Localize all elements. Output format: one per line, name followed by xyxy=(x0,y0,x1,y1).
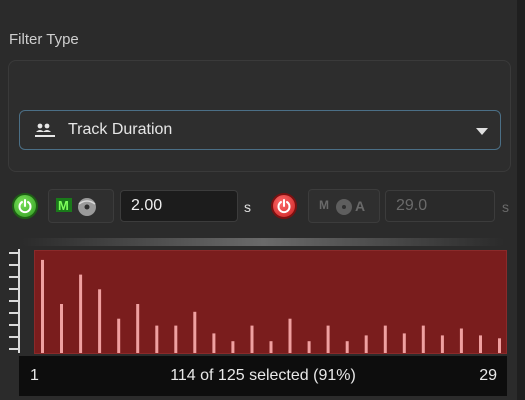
histogram-bar xyxy=(60,304,63,353)
svg-text:A: A xyxy=(355,198,365,214)
max-duration-input[interactable]: 29.0 xyxy=(385,190,495,222)
histogram-bar xyxy=(79,274,83,353)
svg-text:M: M xyxy=(58,198,69,213)
histogram-bar xyxy=(250,325,254,353)
filter-type-dropdown[interactable]: Track Duration xyxy=(19,110,501,150)
chevron-down-icon xyxy=(476,128,488,135)
svg-text:M: M xyxy=(319,198,329,212)
histogram-bar xyxy=(440,335,444,353)
histogram-footer: 1 114 of 125 selected (91%) 29 xyxy=(19,356,507,396)
range-divider xyxy=(22,238,504,246)
histogram-bar xyxy=(307,341,311,353)
histogram-bar xyxy=(459,328,463,353)
dropdown-selected-value: Track Duration xyxy=(68,121,173,138)
range-controls-row: M 2.00 s M A 29.0 s xyxy=(0,186,525,226)
histogram-bar xyxy=(402,333,406,353)
histogram-bar xyxy=(479,335,482,353)
histogram-bar xyxy=(269,341,273,353)
filter-type-label: Filter Type xyxy=(9,31,79,48)
min-duration-input[interactable]: 2.00 xyxy=(120,190,238,222)
histogram-bar xyxy=(41,259,44,353)
histogram-bar xyxy=(136,304,140,353)
max-unit-label: s xyxy=(502,199,509,215)
histogram-bar xyxy=(231,341,235,353)
min-unit-label: s xyxy=(244,199,251,215)
vertical-scale xyxy=(9,249,20,353)
histogram-bar xyxy=(155,325,159,353)
histogram-bar xyxy=(498,338,501,353)
histogram-bar xyxy=(117,318,121,353)
histogram-bar xyxy=(364,335,368,353)
histogram-bars xyxy=(41,259,501,353)
histogram-bar xyxy=(421,325,425,353)
power-icon xyxy=(18,199,32,214)
min-power-button[interactable] xyxy=(12,193,38,219)
histogram-bar xyxy=(288,318,292,353)
people-line-icon xyxy=(35,123,55,137)
histogram-bar xyxy=(326,325,330,353)
max-mode-toggle[interactable]: M A xyxy=(308,189,380,223)
min-mode-toggle[interactable]: M xyxy=(48,189,114,223)
m-disc-a-icon: M A xyxy=(319,198,365,215)
range-max-label: 29 xyxy=(479,367,497,384)
histogram-bar xyxy=(345,341,349,353)
histogram-bar xyxy=(174,325,178,353)
histogram-bar xyxy=(193,311,197,353)
histogram-bar xyxy=(212,333,216,353)
power-icon xyxy=(277,199,291,214)
histogram-bar xyxy=(98,289,102,353)
histogram-bar xyxy=(383,325,387,353)
duration-histogram[interactable] xyxy=(34,250,507,354)
max-power-button[interactable] xyxy=(271,193,297,219)
selection-status: 114 of 125 selected (91%) xyxy=(170,367,356,384)
m-disc-icon: M xyxy=(56,198,96,216)
